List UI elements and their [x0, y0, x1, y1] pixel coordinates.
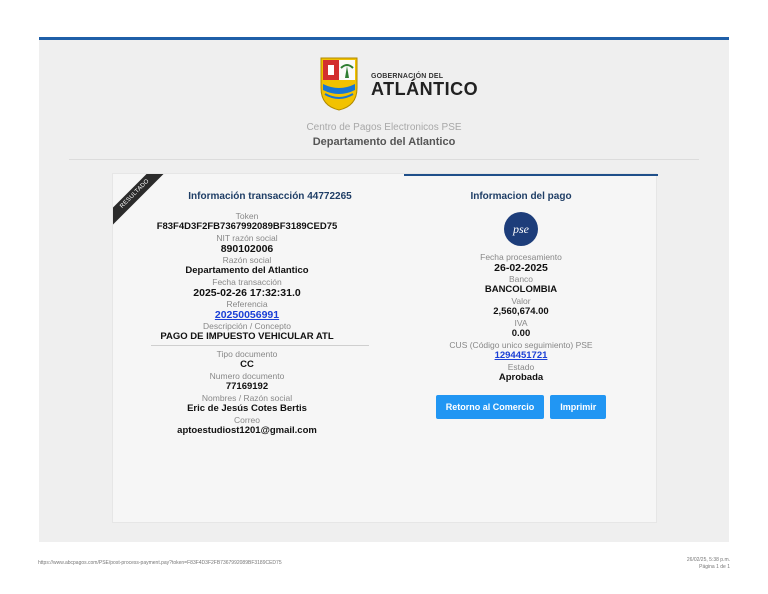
descripcion-value: PAGO DE IMPUESTO VEHICULAR ATL — [160, 331, 334, 342]
numero-documento-value: 77169192 — [225, 381, 269, 392]
valor-value: 2,560,674.00 — [493, 306, 549, 317]
transaction-info: Información transacción 44772265 Token F… — [113, 191, 381, 437]
gobernacion-logo: GOBERNACIÓN DEL ATLÁNTICO — [317, 52, 478, 112]
iva-value: 0.00 — [511, 328, 531, 339]
nombres-label: Nombres / Razón social — [201, 393, 293, 403]
estado-label: Estado — [507, 362, 535, 372]
imprimir-button[interactable]: Imprimir — [550, 395, 607, 419]
fecha-transaccion-value: 2025-02-26 17:32:31.0 — [193, 287, 301, 299]
payment-frame: GOBERNACIÓN DEL ATLÁNTICO Centro de Pago… — [39, 37, 729, 542]
footer-page: Página 1 de 1 — [699, 564, 730, 570]
iva-label: IVA — [514, 318, 528, 328]
nit-label: NIT razón social — [216, 233, 278, 243]
correo-value: aptoestudiost1201@gmail.com — [177, 425, 317, 436]
fecha-transaccion-label: Fecha transacción — [212, 277, 282, 287]
tipo-documento-value: CC — [240, 359, 254, 370]
header: GOBERNACIÓN DEL ATLÁNTICO Centro de Pago… — [39, 40, 729, 160]
nit-value: 890102006 — [220, 243, 274, 255]
section-divider — [151, 345, 369, 346]
referencia-link[interactable]: 20250056991 — [113, 309, 381, 321]
tipo-documento-label: Tipo documento — [216, 349, 278, 359]
result-card: RESULTADO Información transacción 447722… — [112, 173, 658, 523]
crest-icon — [320, 57, 358, 111]
footer-url: https://www.abcpagos.com/PSE/post-proces… — [38, 560, 282, 566]
brand-name: ATLÁNTICO — [371, 79, 479, 99]
cus-label: CUS (Código unico seguimiento) PSE — [449, 340, 593, 350]
header-divider — [69, 159, 699, 160]
brand-text: GOBERNACIÓN DEL ATLÁNTICO — [371, 73, 478, 98]
descripcion-label: Descripción / Concepto — [203, 321, 291, 331]
nombres-value: Eric de Jesús Cotes Bertis — [187, 403, 307, 414]
footer-meta: 26/02/25, 5:38 p.m. Página 1 de 1 — [687, 557, 730, 571]
action-buttons: Retorno al Comercio Imprimir — [393, 395, 649, 419]
footer-date: 26/02/25, 5:38 p.m. — [686, 557, 730, 563]
cus-link[interactable]: 1294451721 — [393, 350, 649, 362]
estado-value: Aprobada — [498, 372, 544, 383]
fecha-procesamiento-label: Fecha procesamiento — [480, 252, 562, 262]
department-title: Departamento del Atlantico — [312, 136, 456, 148]
banco-value: BANCOLOMBIA — [484, 284, 558, 295]
portal-subtitle: Centro de Pagos Electronicos PSE — [306, 122, 462, 133]
retorno-comercio-button[interactable]: Retorno al Comercio — [435, 395, 545, 419]
card-accent-line — [404, 174, 658, 176]
razon-value: Departamento del Atlantico — [185, 265, 309, 276]
token-label: Token — [235, 211, 259, 221]
page: GOBERNACIÓN DEL ATLÁNTICO Centro de Pago… — [0, 0, 768, 594]
token-value: F83F4D3F2FB7367992089BF3189CED75 — [156, 221, 338, 232]
numero-documento-label: Numero documento — [209, 371, 285, 381]
razon-label: Razón social — [222, 255, 272, 265]
payment-title: Informacion del pago — [470, 191, 572, 202]
valor-label: Valor — [511, 296, 531, 306]
referencia-label: Referencia — [226, 299, 268, 309]
transaction-title: Información transacción 44772265 — [188, 191, 352, 202]
correo-label: Correo — [234, 415, 260, 425]
banco-label: Banco — [508, 274, 534, 284]
payment-info: Informacion del pago pse Fecha procesami… — [393, 191, 649, 419]
fecha-procesamiento-value: 26-02-2025 — [494, 262, 548, 274]
pse-logo-icon: pse — [504, 212, 538, 246]
